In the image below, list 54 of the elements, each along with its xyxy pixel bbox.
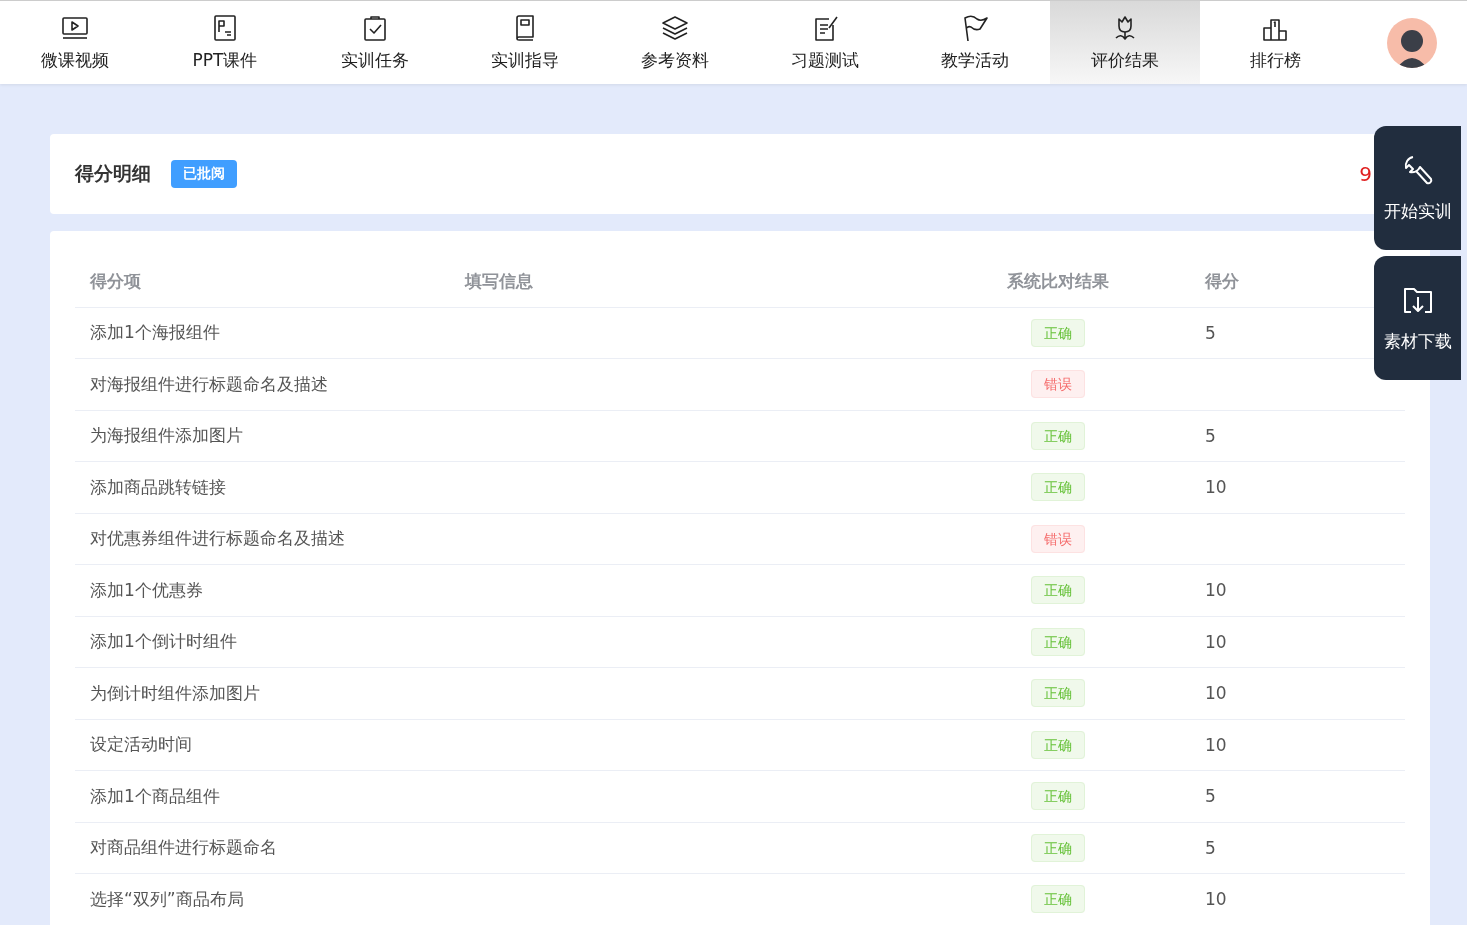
table-cell: 5 — [1205, 837, 1216, 858]
table-cell-text: 设定活动时间 — [89, 733, 193, 757]
table-cell: 10 — [1205, 889, 1227, 910]
table-cell-text: 对商品组件进行标题命名 — [89, 836, 278, 860]
column-header: 系统比对结果 — [1007, 269, 1109, 293]
float-button[interactable]: 素材下载 — [1374, 256, 1461, 380]
column-header: 得分项 — [89, 269, 142, 293]
result-tag: 正确 — [1031, 782, 1085, 811]
table-cell: 5 — [1205, 425, 1216, 446]
float-button[interactable]: 开始实训 — [1374, 126, 1461, 250]
avatar[interactable] — [1387, 17, 1437, 68]
result-tag: 正确 — [1031, 473, 1085, 502]
table-cell-text: 为海报组件添加图片 — [89, 424, 244, 448]
result-tag: 正确 — [1031, 679, 1085, 708]
result-tag: 正确 — [1031, 885, 1085, 914]
result-tag: 正确 — [1031, 627, 1085, 656]
nav-tab[interactable]: 评价结果 — [1050, 1, 1200, 84]
table-cell-text: 添加1个海报组件 — [89, 321, 221, 345]
nav-tab[interactable]: 教学活动 — [900, 1, 1050, 84]
result-tag: 正确 — [1031, 576, 1085, 605]
result-tag: 正确 — [1031, 730, 1085, 759]
nav-tab[interactable]: 实训任务 — [300, 1, 450, 84]
section-title: 得分明细 — [75, 161, 151, 186]
table-cell: 10 — [1205, 683, 1227, 704]
result-tag: 错误 — [1031, 524, 1085, 553]
table-cell: 10 — [1205, 477, 1227, 498]
nav-tab[interactable]: 参考资料 — [600, 1, 750, 84]
layers-icon — [660, 13, 690, 43]
table-cell-text: 添加商品跳转链接 — [89, 475, 227, 499]
table-cell: 10 — [1205, 580, 1227, 601]
result-tag: 错误 — [1031, 370, 1085, 399]
table-cell-text: 添加1个倒计时组件 — [89, 630, 238, 654]
column-header: 填写信息 — [463, 269, 534, 293]
nav-tab[interactable]: PPT课件 — [150, 1, 300, 84]
total-score: 9 — [1359, 162, 1372, 186]
nav-tab[interactable]: 习题测试 — [750, 1, 900, 84]
table-cell-text: 选择“双列”商品布局 — [89, 887, 245, 911]
table-cell: 10 — [1205, 631, 1227, 652]
nav-tab[interactable]: 微课视频 — [0, 1, 150, 84]
result-tag: 正确 — [1031, 421, 1085, 450]
result-tag: 正确 — [1031, 833, 1085, 862]
table-cell-text: 对优惠券组件进行标题命名及描述 — [89, 527, 346, 551]
nav-tab[interactable]: 排行榜 — [1200, 1, 1350, 84]
table-cell-text: 为倒计时组件添加图片 — [89, 681, 261, 705]
table-cell-text: 对海报组件进行标题命名及描述 — [89, 372, 329, 396]
table-cell-text: 添加1个优惠券 — [89, 578, 204, 602]
nav-tab[interactable]: 实训指导 — [450, 1, 600, 84]
column-header: 得分 — [1204, 269, 1240, 293]
table-cell: 5 — [1205, 322, 1216, 343]
table-cell: 10 — [1205, 734, 1227, 755]
table-cell-text: 添加1个商品组件 — [89, 784, 221, 808]
result-tag: 正确 — [1031, 318, 1085, 347]
status-badge: 已批阅 — [171, 160, 237, 188]
table-cell: 5 — [1205, 786, 1216, 807]
